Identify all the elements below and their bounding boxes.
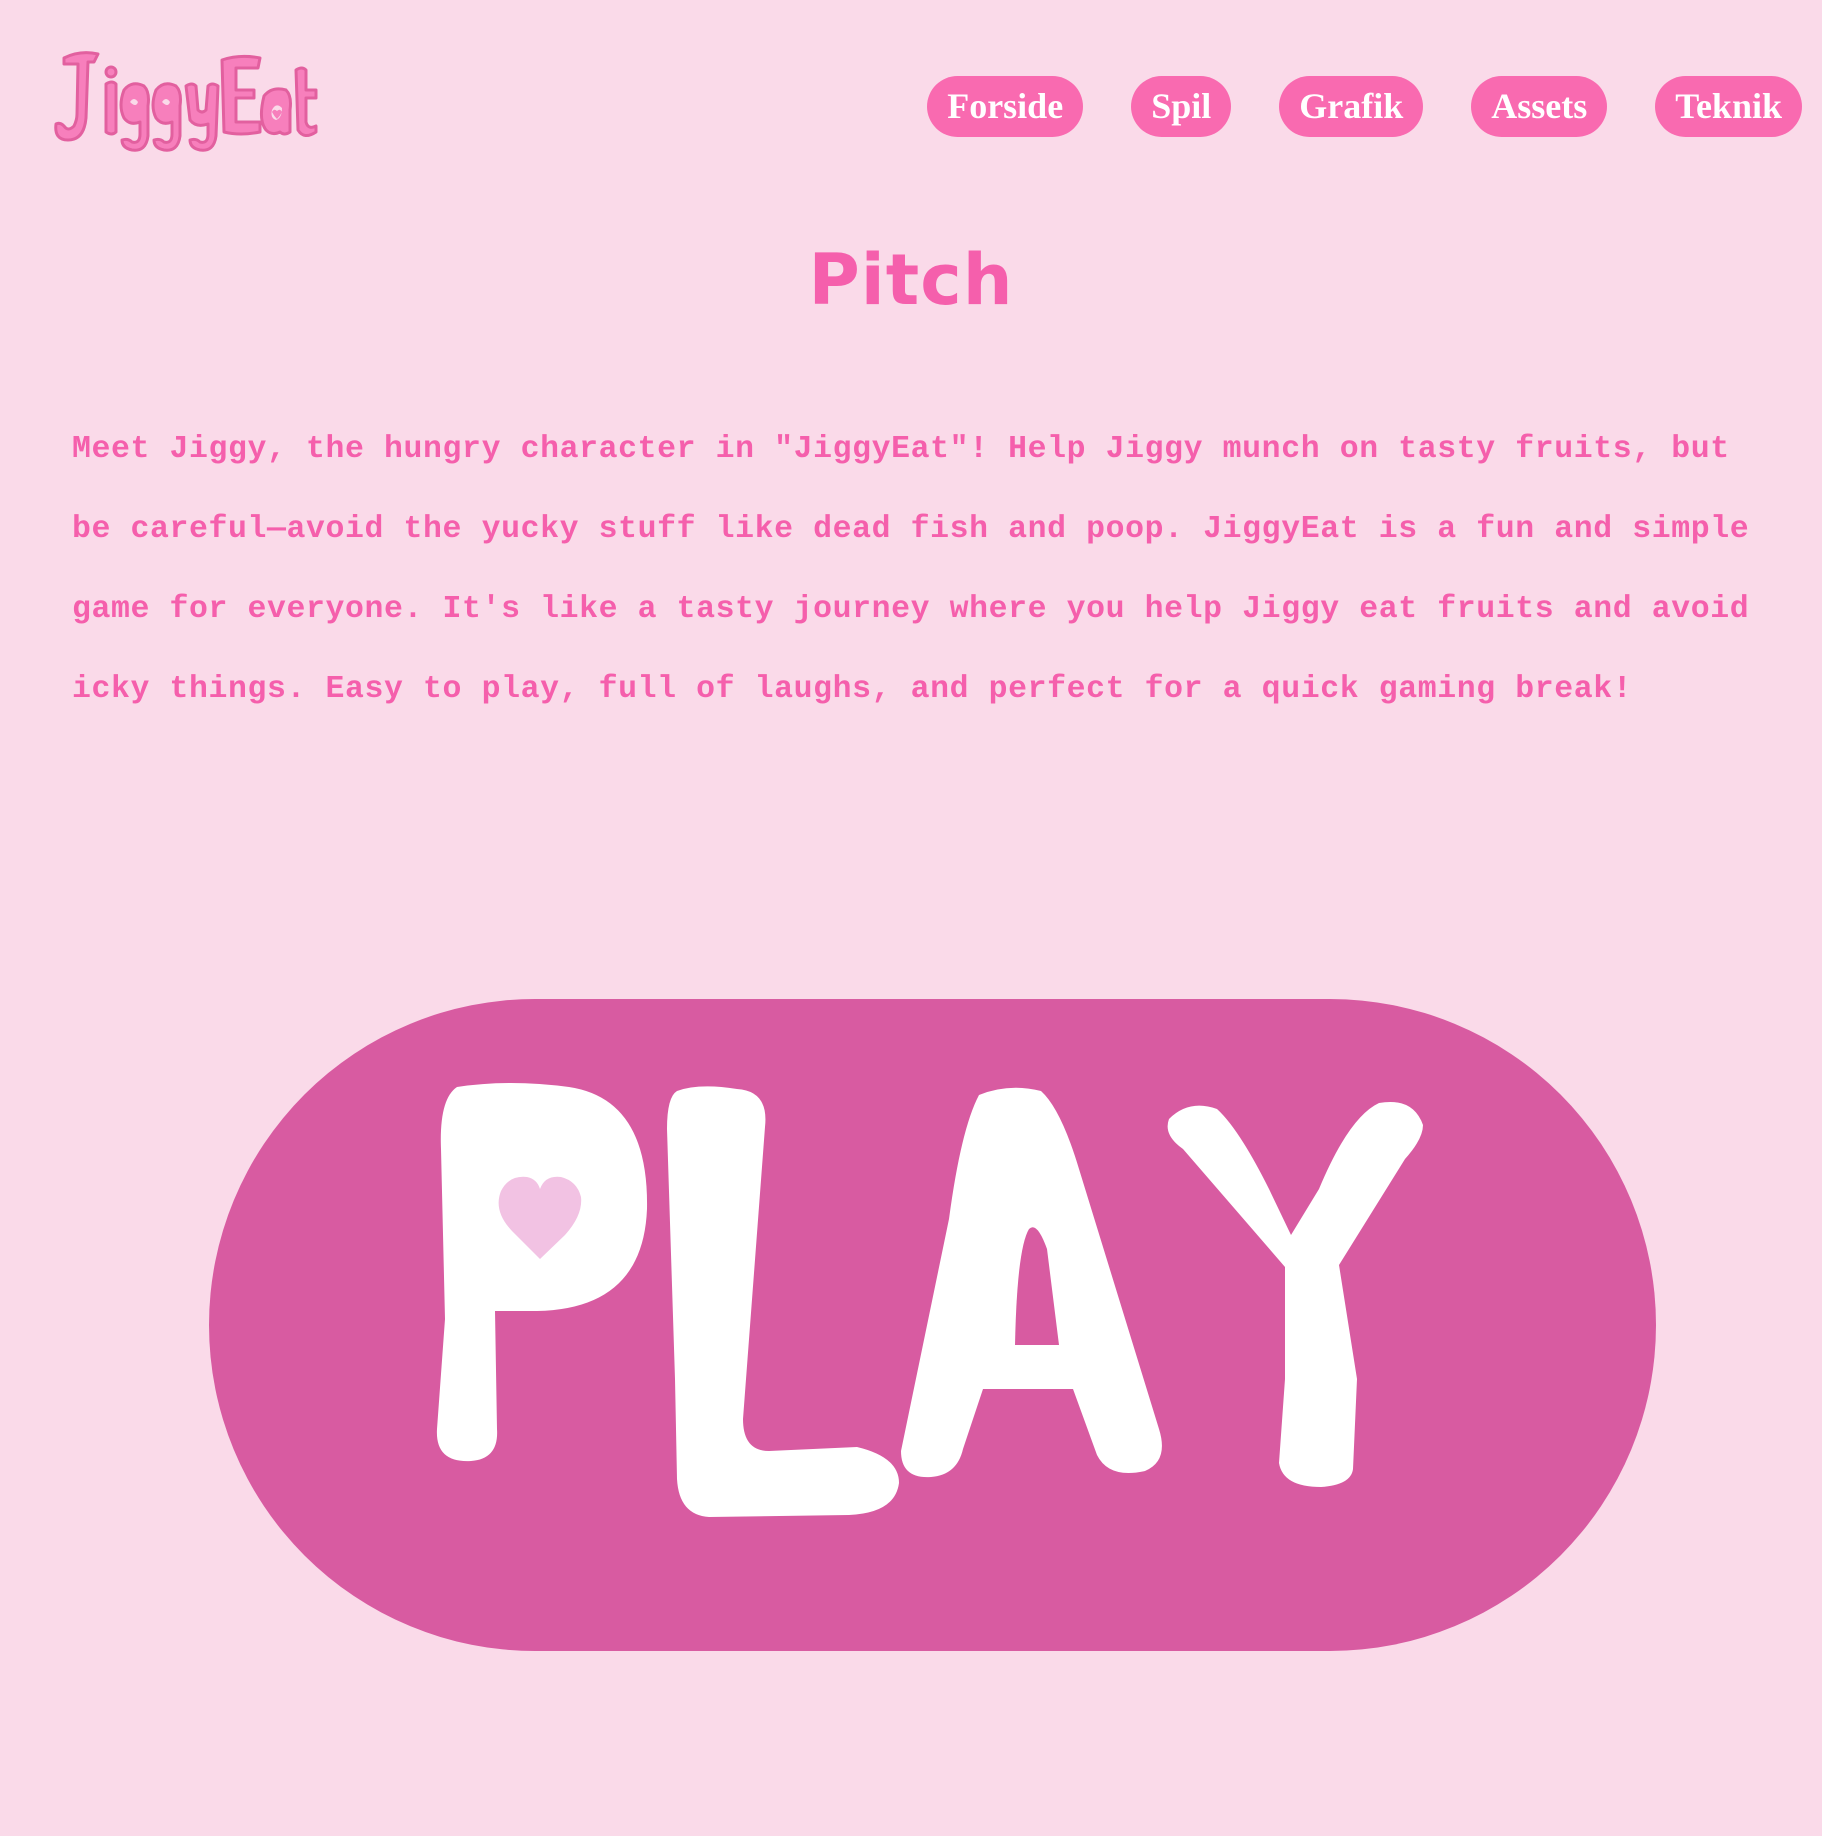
nav-forside-button[interactable]: Forside [927,76,1084,137]
nav-grafik-button[interactable]: Grafik [1279,76,1424,137]
nav-teknik-button[interactable]: Teknik [1655,76,1802,137]
nav-spil-button[interactable]: Spil [1131,76,1232,137]
pitch-text: Meet Jiggy, the hungry character in "Jig… [72,432,1750,707]
jiggyeat-logo[interactable] [50,40,320,152]
page-title: Pitch [808,239,1014,321]
main-nav: Forside Spil Grafik Assets Teknik [927,76,1802,137]
play-button[interactable] [209,999,1656,1651]
nav-assets-button[interactable]: Assets [1471,76,1608,137]
